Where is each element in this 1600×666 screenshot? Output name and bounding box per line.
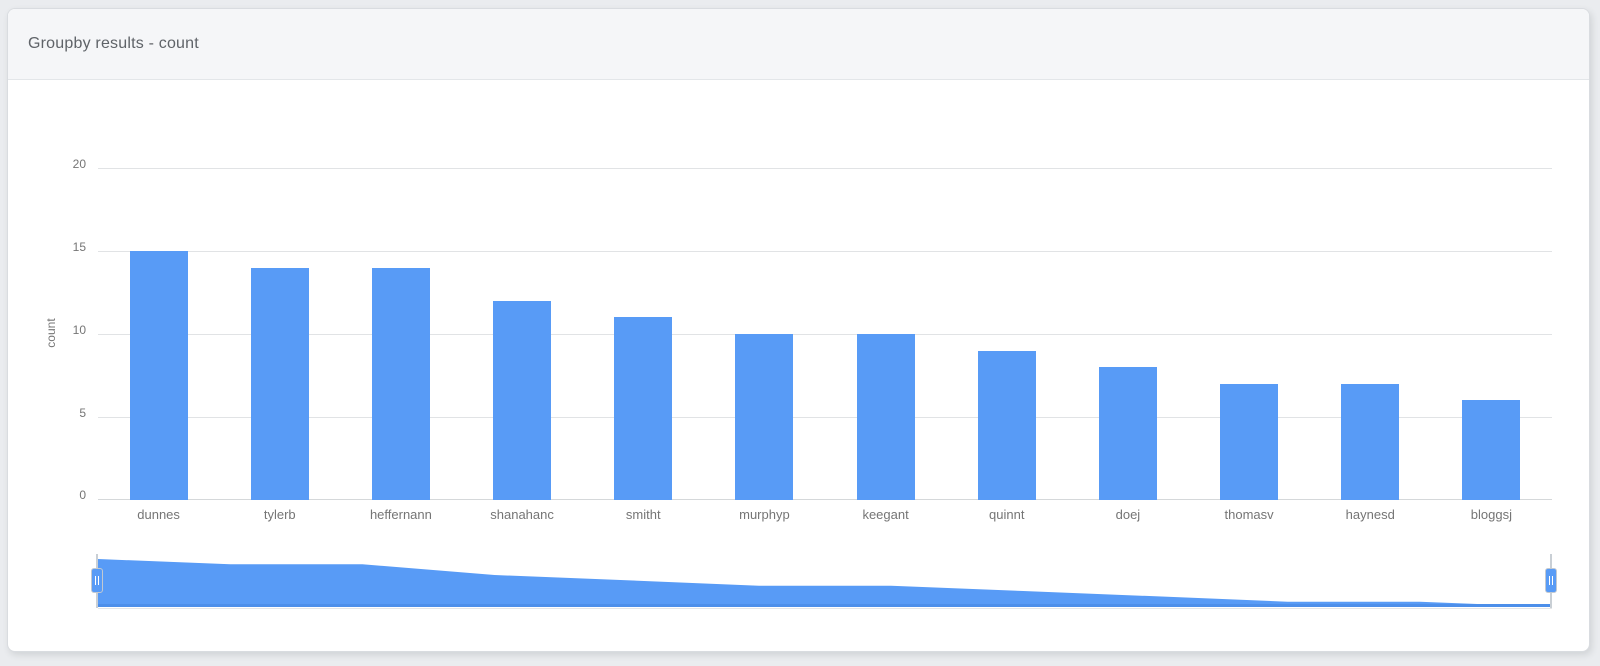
bar-quinnt[interactable] [978, 351, 1036, 500]
x-tick-label: keegant [821, 507, 951, 523]
x-tick-label: heffernann [336, 507, 466, 523]
y-tick-label: 15 [42, 240, 86, 254]
y-tick-label: 5 [42, 406, 86, 420]
x-tick-label: tylerb [215, 507, 345, 523]
x-tick-label: doej [1063, 507, 1193, 523]
bar-murphyp[interactable] [735, 334, 793, 500]
bar-bloggsj[interactable] [1462, 400, 1520, 500]
x-tick-label: murphyp [699, 507, 829, 523]
chart-title: Groupby results - count [28, 35, 199, 53]
navigator-right-handle[interactable] [1545, 568, 1557, 593]
chart-card: Groupby results - count count 05101520du… [7, 8, 1590, 652]
y-tick-label: 0 [42, 488, 86, 502]
gridline [98, 168, 1552, 169]
bar-tylerb[interactable] [251, 268, 309, 500]
chart-header: Groupby results - count [8, 9, 1589, 80]
bar-haynesd[interactable] [1341, 384, 1399, 500]
gridline [98, 499, 1552, 500]
x-tick-label: dunnes [94, 507, 224, 523]
bar-dunnes[interactable] [130, 251, 188, 500]
plot-area [98, 168, 1552, 500]
bar-smitht[interactable] [614, 317, 672, 500]
gridline [98, 334, 1552, 335]
x-tick-label: smitht [578, 507, 708, 523]
navigator-area-chart [98, 554, 1552, 609]
x-tick-label: thomasv [1184, 507, 1314, 523]
bar-heffernann[interactable] [372, 268, 430, 500]
bar-thomasv[interactable] [1220, 384, 1278, 500]
x-tick-label: bloggsj [1426, 507, 1556, 523]
navigator[interactable] [98, 554, 1552, 609]
gridline [98, 251, 1552, 252]
y-tick-label: 10 [42, 323, 86, 337]
bar-keegant[interactable] [857, 334, 915, 500]
x-tick-label: haynesd [1305, 507, 1435, 523]
bar-shanahanc[interactable] [493, 301, 551, 500]
x-tick-label: quinnt [942, 507, 1072, 523]
y-tick-label: 20 [42, 157, 86, 171]
gridline [98, 417, 1552, 418]
bar-doej[interactable] [1099, 367, 1157, 500]
navigator-left-handle[interactable] [91, 568, 103, 593]
x-tick-label: shanahanc [457, 507, 587, 523]
